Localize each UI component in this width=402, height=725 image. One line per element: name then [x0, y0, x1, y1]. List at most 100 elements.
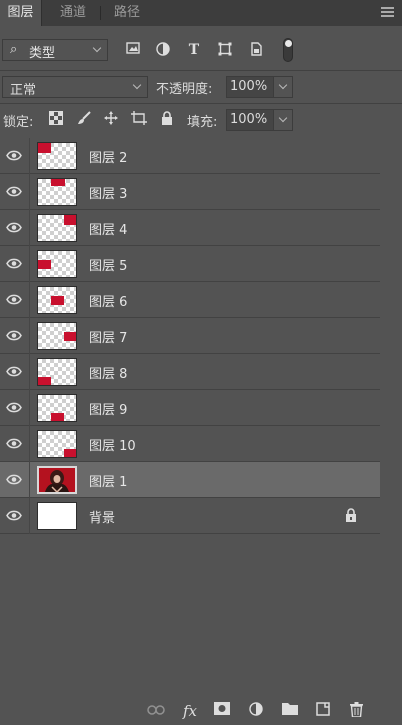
row-divider: [29, 354, 30, 390]
divider: [0, 70, 402, 71]
layer-name[interactable]: 图层 6: [89, 291, 127, 310]
layer-thumbnail[interactable]: [37, 358, 77, 386]
layer-row[interactable]: 图层 1: [0, 462, 380, 498]
visibility-eye-icon[interactable]: [6, 222, 22, 233]
visibility-eye-icon[interactable]: [6, 186, 22, 197]
visibility-eye-icon[interactable]: [6, 258, 22, 269]
layer-thumbnail[interactable]: [37, 178, 77, 206]
layer-thumbnail[interactable]: [37, 322, 77, 350]
filter-toggle-switch[interactable]: [283, 38, 293, 62]
filter-adjustment-icon[interactable]: [155, 42, 171, 58]
row-divider: [29, 174, 30, 210]
opacity-label: 不透明度:: [156, 82, 213, 97]
new-group-folder-icon[interactable]: [281, 702, 299, 720]
divider: [0, 103, 402, 104]
lock-all-icon[interactable]: [159, 111, 175, 127]
row-divider: [29, 246, 30, 282]
layer-row[interactable]: 图层 3: [0, 174, 380, 210]
link-layers-icon[interactable]: [147, 702, 165, 720]
row-divider: [29, 390, 30, 426]
layer-name[interactable]: 图层 9: [89, 399, 127, 418]
add-mask-icon[interactable]: [213, 702, 231, 720]
row-divider: [29, 462, 30, 498]
chevron-down-icon: [132, 80, 142, 90]
tab-paths[interactable]: 路径: [106, 0, 148, 26]
new-layer-icon[interactable]: [314, 702, 332, 720]
layers-bottom-toolbar: fx: [0, 697, 402, 725]
tab-channels[interactable]: 通道: [52, 0, 94, 26]
opacity-dropdown[interactable]: [273, 76, 293, 98]
layer-row[interactable]: 背景: [0, 498, 380, 534]
layer-thumbnail[interactable]: [37, 394, 77, 422]
layer-name[interactable]: 图层 7: [89, 327, 127, 346]
layer-filter-row: ⌕ 类型 T: [0, 30, 402, 70]
filter-kind-label: 类型: [29, 46, 56, 61]
lock-artboard-icon[interactable]: [131, 111, 147, 127]
visibility-eye-icon[interactable]: [6, 330, 22, 341]
fx-effects-icon[interactable]: fx: [181, 702, 199, 720]
filter-pixel-icon[interactable]: [125, 42, 141, 58]
filter-type-icon[interactable]: T: [186, 42, 202, 58]
visibility-eye-icon[interactable]: [6, 438, 22, 449]
layer-thumbnail[interactable]: [37, 286, 77, 314]
new-adjustment-layer-icon[interactable]: [247, 702, 265, 720]
tab-divider: [100, 6, 101, 20]
opacity-input[interactable]: 100%: [226, 76, 276, 98]
layer-list: 图层 2 图层 3 图层 4 图层 5 图层 6 图层 7 图层 8 图层 9 …: [0, 138, 380, 534]
layer-row[interactable]: 图层 10: [0, 426, 380, 462]
panel-menu-icon[interactable]: [381, 7, 394, 18]
visibility-eye-icon[interactable]: [6, 366, 22, 377]
filter-kind-select[interactable]: ⌕ 类型: [2, 39, 108, 61]
layer-name[interactable]: 背景: [89, 507, 115, 526]
row-divider: [29, 498, 30, 534]
row-divider: [29, 210, 30, 246]
lock-image-pixels-icon[interactable]: [76, 111, 92, 127]
layer-row[interactable]: 图层 4: [0, 210, 380, 246]
chevron-down-icon: [92, 43, 102, 53]
fill-dropdown[interactable]: [273, 109, 293, 131]
lock-label: 锁定:: [3, 115, 34, 130]
blend-mode-label: 正常: [10, 83, 37, 98]
layer-row[interactable]: 图层 6: [0, 282, 380, 318]
fill-label: 填充:: [187, 115, 218, 130]
layer-name[interactable]: 图层 2: [89, 147, 127, 166]
lock-transparent-pixels-icon[interactable]: [48, 111, 64, 127]
row-divider: [29, 318, 30, 354]
layer-thumbnail[interactable]: [37, 250, 77, 278]
row-divider: [29, 138, 30, 174]
chevron-down-icon: [278, 113, 288, 123]
visibility-eye-icon[interactable]: [6, 510, 22, 521]
layer-name[interactable]: 图层 5: [89, 255, 127, 274]
chevron-down-icon: [278, 80, 288, 90]
lock-position-icon[interactable]: [103, 111, 119, 127]
filter-smart-object-icon[interactable]: [248, 42, 264, 58]
layer-thumbnail[interactable]: [37, 466, 77, 494]
layer-name[interactable]: 图层 1: [89, 471, 127, 490]
layer-row[interactable]: 图层 5: [0, 246, 380, 282]
blend-mode-select[interactable]: 正常: [2, 76, 148, 98]
visibility-eye-icon[interactable]: [6, 150, 22, 161]
layer-name[interactable]: 图层 4: [89, 219, 127, 238]
layer-thumbnail[interactable]: [37, 430, 77, 458]
visibility-eye-icon[interactable]: [6, 294, 22, 305]
row-divider: [29, 282, 30, 318]
filter-shape-icon[interactable]: [217, 42, 233, 58]
layer-lock-icon[interactable]: [345, 508, 357, 526]
layer-row[interactable]: 图层 7: [0, 318, 380, 354]
layer-name[interactable]: 图层 10: [89, 435, 136, 454]
layer-thumbnail[interactable]: [37, 214, 77, 242]
visibility-eye-icon[interactable]: [6, 474, 22, 485]
visibility-eye-icon[interactable]: [6, 402, 22, 413]
tab-layers[interactable]: 图层: [0, 0, 42, 26]
layer-row[interactable]: 图层 8: [0, 354, 380, 390]
layer-row[interactable]: 图层 9: [0, 390, 380, 426]
layer-name[interactable]: 图层 3: [89, 183, 127, 202]
fill-input[interactable]: 100%: [226, 109, 276, 131]
layer-name[interactable]: 图层 8: [89, 363, 127, 382]
layer-thumbnail[interactable]: [37, 502, 77, 530]
layer-row[interactable]: 图层 2: [0, 138, 380, 174]
delete-layer-trash-icon[interactable]: [347, 702, 365, 720]
search-icon: ⌕: [10, 42, 18, 57]
layer-thumbnail[interactable]: [37, 142, 77, 170]
panel-tab-bar: 图层 通道 路径: [0, 0, 402, 26]
